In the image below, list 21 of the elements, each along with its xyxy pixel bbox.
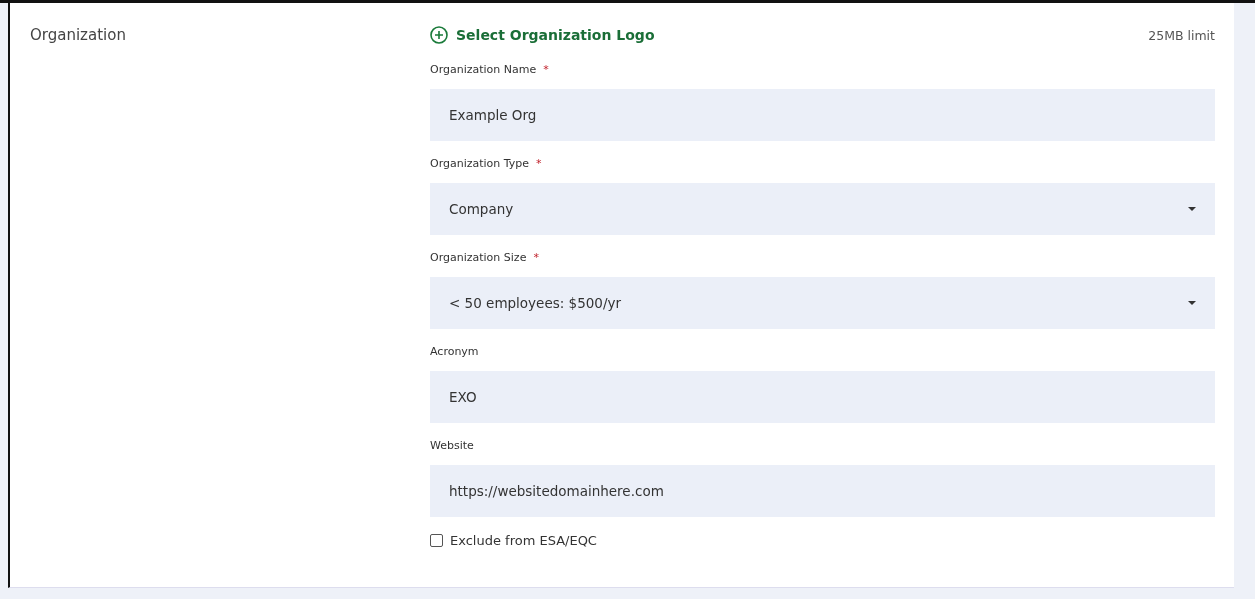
caret-icon	[1187, 300, 1197, 306]
checkbox-label: Exclude from ESA/EQC	[450, 533, 597, 548]
size-limit-text: 25MB limit	[1148, 27, 1215, 43]
required-mark: *	[533, 251, 539, 266]
field-label: Organization Size	[430, 251, 527, 266]
field-label: Organization Type	[430, 157, 530, 172]
field-label: Acronym	[430, 345, 479, 360]
caret-icon	[1187, 206, 1197, 212]
field-label: Organization Name	[430, 63, 537, 78]
input-field[interactable]: EXO	[430, 371, 1215, 423]
select-logo-link[interactable]: Select Organization Logo	[430, 26, 655, 44]
input-field[interactable]: Example Org	[430, 89, 1215, 141]
dropdown-field[interactable]: < 50 employees: $500/yr	[430, 277, 1215, 329]
field-label: Website	[430, 439, 474, 454]
required-mark: *	[536, 157, 542, 172]
input-field[interactable]: https://websitedomainhere.com	[430, 465, 1215, 517]
section-title: Organization	[30, 26, 126, 44]
required-mark: *	[543, 63, 549, 78]
checkbox[interactable]	[430, 534, 443, 547]
dropdown-field[interactable]: Company	[430, 183, 1215, 235]
add-circle-icon	[430, 26, 448, 44]
